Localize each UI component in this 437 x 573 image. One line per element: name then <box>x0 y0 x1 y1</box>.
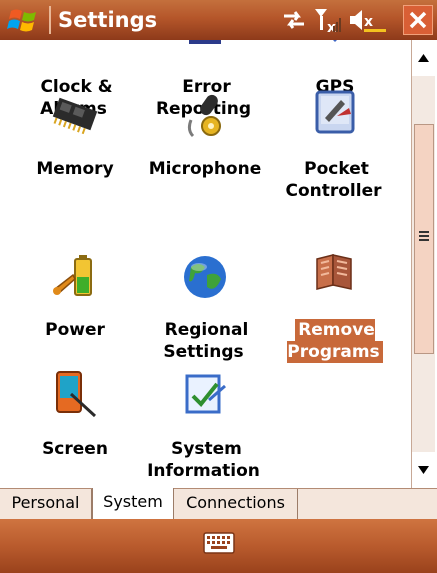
settings-icon-grid: Clock & Alarms Error Reporting GPS Memor… <box>0 40 411 488</box>
arrow-up-icon <box>418 54 429 62</box>
remove-programs-icon <box>316 254 352 290</box>
windows-logo-icon[interactable] <box>7 5 41 35</box>
item-label: System Information <box>147 439 260 481</box>
globe-icon <box>184 256 226 298</box>
connectivity-icon[interactable] <box>280 6 308 34</box>
settings-item-remove-programs[interactable]: Remove Programs <box>270 215 400 363</box>
memory-chip-icon <box>52 97 98 135</box>
keyboard-icon[interactable] <box>203 532 235 554</box>
title-bar: Settings x x <box>0 0 437 40</box>
settings-item-system-information[interactable]: System Information <box>140 332 270 481</box>
tab-bar: Personal System Connections <box>0 488 437 519</box>
grip-icon <box>419 231 429 241</box>
scroll-thumb[interactable] <box>414 124 434 354</box>
window-title: Settings <box>58 8 158 32</box>
pocket-controller-icon <box>315 90 355 134</box>
battery-power-icon <box>53 255 92 296</box>
soft-key-bar <box>0 519 437 573</box>
settings-item-microphone[interactable]: Microphone <box>140 40 270 180</box>
system-information-icon <box>185 374 226 414</box>
svg-text:x: x <box>364 14 373 30</box>
close-button[interactable] <box>403 5 433 35</box>
item-label: Microphone <box>148 159 262 179</box>
item-label: Memory <box>36 159 114 179</box>
scroll-up-button[interactable] <box>412 40 435 76</box>
screen-stylus-icon <box>56 371 97 418</box>
title-separator <box>49 6 51 34</box>
settings-item-memory[interactable]: Memory <box>10 40 140 180</box>
tab-personal[interactable]: Personal <box>0 489 92 519</box>
settings-item-pocket-controller[interactable]: Pocket Controller <box>270 40 400 201</box>
microphone-icon <box>187 94 221 138</box>
item-label: Pocket Controller <box>285 159 382 201</box>
scroll-down-button[interactable] <box>412 452 435 488</box>
vertical-scrollbar[interactable] <box>411 40 435 488</box>
settings-item-screen[interactable]: Screen <box>10 332 140 472</box>
signal-off-icon[interactable]: x <box>313 6 343 34</box>
item-label: Screen <box>42 439 108 459</box>
arrow-down-icon <box>418 466 429 474</box>
tab-system[interactable]: System <box>92 488 174 519</box>
tab-connections[interactable]: Connections <box>174 489 298 519</box>
close-icon <box>409 11 427 29</box>
volume-mute-icon[interactable]: x <box>348 6 388 34</box>
item-label: Remove Programs <box>287 319 383 363</box>
